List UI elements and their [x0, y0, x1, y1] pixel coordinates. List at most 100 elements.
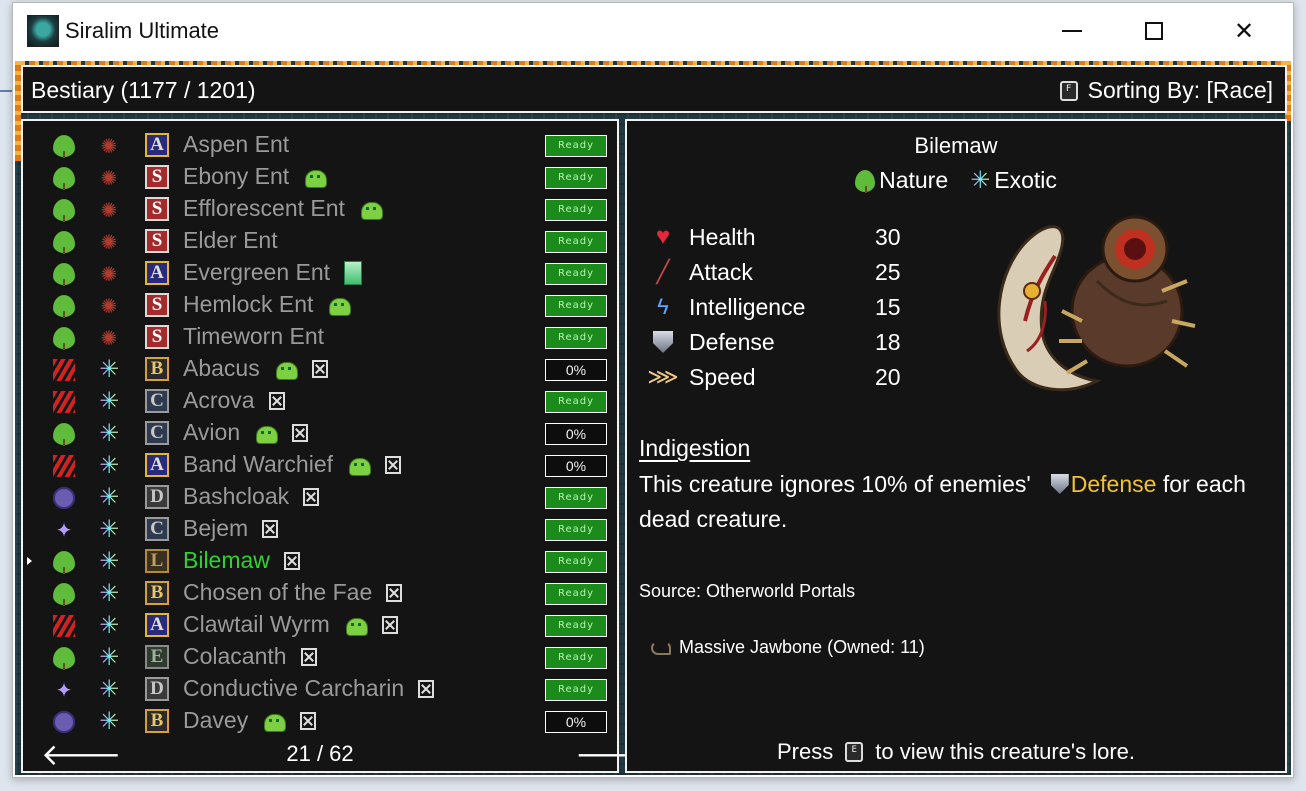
status-badge: Ready	[545, 167, 607, 189]
lore-prefix: Press	[777, 739, 834, 764]
nature-icon	[53, 167, 75, 190]
creature-row[interactable]: ✺ A Aspen Ent Ready	[23, 129, 617, 161]
slime-icon	[274, 358, 298, 380]
claw-icon	[53, 455, 75, 477]
rarity-badge: A	[145, 453, 169, 477]
creature-source: Source: Otherworld Portals	[639, 581, 856, 601]
creature-row[interactable]: ✳ B Abacus 0%	[23, 353, 617, 385]
creature-row[interactable]: ✳ B Davey 0%	[23, 705, 617, 737]
ability-description: This creature ignores 10% of enemies' Def…	[639, 467, 1279, 537]
creature-name-cell: Ebony Ent	[183, 163, 328, 190]
close-button[interactable]: ✕	[1221, 11, 1267, 51]
status-badge: 0%	[545, 423, 607, 445]
sort-control[interactable]: Sorting By: [Race]	[1059, 77, 1273, 104]
status-badge: 0%	[545, 359, 607, 381]
maximize-button[interactable]	[1131, 11, 1177, 51]
creature-row[interactable]: ✺ A Evergreen Ent Ready	[23, 257, 617, 289]
x-box-icon	[311, 359, 328, 378]
lore-prompt[interactable]: Press to view this creature's lore.	[627, 739, 1285, 765]
status-badge: Ready	[545, 583, 607, 605]
status-badge: 0%	[545, 455, 607, 477]
creature-name-cell: Conductive Carcharin	[183, 675, 435, 702]
crystal-icon	[344, 260, 363, 285]
rarity-badge: S	[145, 197, 169, 221]
status-badge: Ready	[545, 263, 607, 285]
spider-icon: ✺	[100, 262, 118, 286]
sword-icon: ╱	[656, 259, 670, 284]
mask-icon	[53, 487, 75, 509]
creature-name-text: Acrova	[183, 387, 255, 413]
rarity-badge: S	[145, 165, 169, 189]
sparkle-icon: ✦	[55, 679, 73, 702]
creature-row[interactable]: ✳ B Chosen of the Fae Ready	[23, 577, 617, 609]
creature-name-cell: Evergreen Ent	[183, 259, 363, 286]
creature-name-text: Bashcloak	[183, 483, 290, 509]
creature-name-cell: Band Warchief	[183, 451, 401, 478]
creature-row[interactable]: ✺ S Elder Ent Ready	[23, 225, 617, 257]
creature-name-text: Ebony Ent	[183, 163, 290, 189]
x-box-icon	[292, 423, 309, 442]
creature-row[interactable]: ✦ ✳ D Conductive Carcharin Ready	[23, 673, 617, 705]
exotic-icon: ✳	[98, 612, 120, 639]
shield-icon	[1050, 474, 1069, 494]
nature-icon	[53, 583, 75, 606]
stat-label: Intelligence	[689, 293, 806, 320]
rarity-badge: B	[145, 709, 169, 733]
rarity-badge: C	[145, 389, 169, 413]
creature-name-text: Bejem	[183, 515, 249, 541]
x-box-icon	[268, 391, 285, 410]
status-badge: Ready	[545, 135, 607, 157]
creature-name-cell: Abacus	[183, 355, 328, 382]
stat-label: Speed	[689, 363, 756, 390]
nature-icon	[53, 263, 75, 286]
creature-name-cell: Acrova	[183, 387, 285, 414]
creature-row[interactable]: ✺ S Timeworn Ent Ready	[23, 321, 617, 353]
creature-name-text: Elder Ent	[183, 227, 278, 253]
exotic-icon: ✳	[98, 676, 120, 703]
stat-label: Attack	[689, 258, 753, 285]
app-icon	[27, 15, 59, 47]
creature-name-cell: Colacanth	[183, 643, 317, 670]
creature-row[interactable]: ✺ S Efflorescent Ent Ready	[23, 193, 617, 225]
slime-icon	[347, 454, 371, 476]
creature-row[interactable]: ✳ E Colacanth Ready	[23, 641, 617, 673]
creature-row[interactable]: ✳ A Clawtail Wyrm Ready	[23, 609, 617, 641]
exotic-icon: ✳	[98, 644, 120, 671]
creature-row[interactable]: ✺ S Hemlock Ent Ready	[23, 289, 617, 321]
creature-name-cell: Chosen of the Fae	[183, 579, 403, 606]
creature-name-text: Aspen Ent	[183, 131, 290, 157]
creature-name-cell: Elder Ent	[183, 227, 278, 254]
creature-row[interactable]: ✦ ✳ C Bejem Ready	[23, 513, 617, 545]
creature-row[interactable]: ✳ D Bashcloak Ready	[23, 481, 617, 513]
creature-row[interactable]: ✳ C Avion 0%	[23, 417, 617, 449]
nature-icon	[53, 327, 75, 350]
creature-name-text: Chosen of the Fae	[183, 579, 373, 605]
x-box-icon	[418, 679, 435, 698]
game-window: Siralim Ultimate ✕ Bestiary (1177 / 1201…	[12, 2, 1294, 778]
title-bar: Siralim Ultimate ✕	[13, 3, 1293, 59]
minimize-button[interactable]	[1049, 11, 1095, 51]
stat-defense: Defense 18	[651, 326, 901, 358]
creature-row[interactable]: ✺ S Ebony Ent Ready	[23, 161, 617, 193]
rarity-badge: A	[145, 613, 169, 637]
creature-row[interactable]: ✳ A Band Warchief 0%	[23, 449, 617, 481]
creature-row[interactable]: ✳ C Acrova Ready	[23, 385, 617, 417]
claw-icon	[53, 359, 75, 381]
status-badge: Ready	[545, 679, 607, 701]
creature-name: Bilemaw	[914, 133, 998, 158]
creature-name-text: Colacanth	[183, 643, 287, 669]
creature-name-text: Timeworn Ent	[183, 323, 325, 349]
creature-name-text: Evergreen Ent	[183, 259, 331, 285]
type-exotic: ✳ Exotic	[970, 167, 1057, 194]
creature-name-cell: Davey	[183, 707, 317, 734]
x-box-icon	[385, 455, 401, 474]
rarity-badge: C	[145, 421, 169, 445]
creature-name-cell: Timeworn Ent	[183, 323, 324, 350]
creature-row[interactable]: ✳ L Bilemaw Ready	[23, 545, 617, 577]
status-badge: Ready	[545, 199, 607, 221]
heart-icon: ♥	[655, 223, 671, 250]
maximize-icon	[1145, 22, 1163, 40]
creature-types: Nature ✳ Exotic	[627, 167, 1285, 194]
x-box-icon	[303, 487, 320, 506]
rarity-badge: A	[145, 133, 169, 157]
